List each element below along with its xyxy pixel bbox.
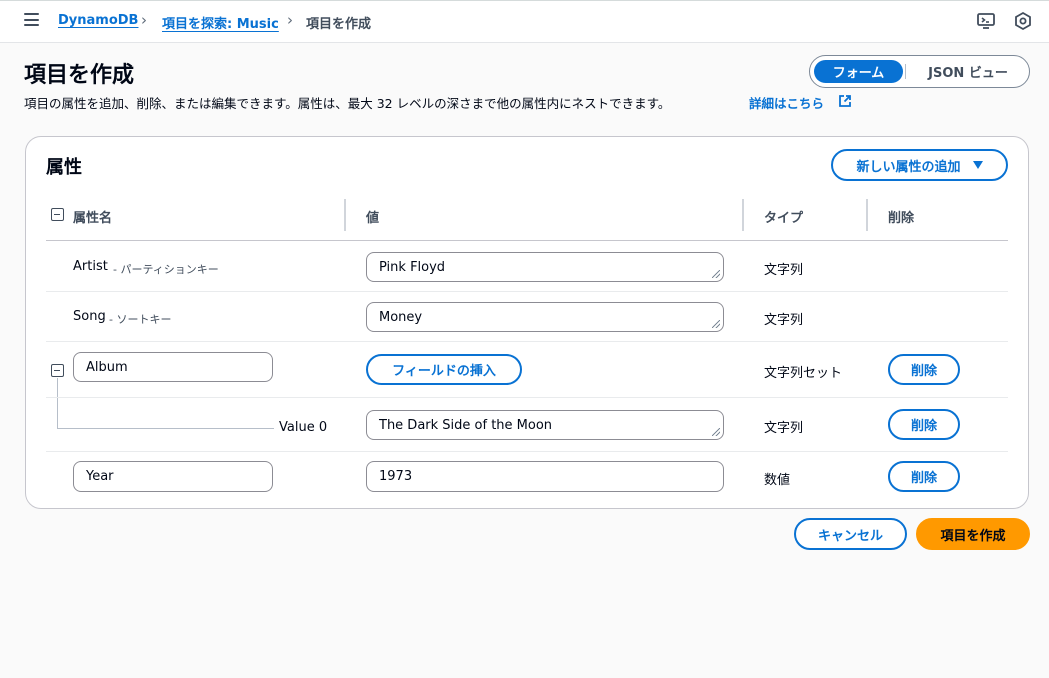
attribute-type: 文字列セット [764, 366, 843, 381]
collapse-all-icon[interactable] [51, 208, 64, 221]
form-view-tab[interactable]: フォーム [814, 60, 903, 83]
top-navigation-bar [0, 0, 1049, 43]
breadcrumb-current: 項目を作成 [306, 17, 372, 32]
delete-button[interactable]: 削除 [888, 409, 960, 440]
column-header-value: 値 [366, 211, 380, 226]
toggle-divider [905, 64, 906, 79]
delete-button[interactable]: 削除 [888, 461, 960, 492]
column-divider [866, 199, 868, 231]
create-item-button[interactable]: 項目を作成 [916, 518, 1030, 550]
partition-key-label: - パーティションキー [113, 263, 219, 276]
column-divider [742, 199, 744, 231]
attribute-name: Song [73, 309, 106, 324]
value-textarea[interactable]: Pink Floyd [366, 252, 724, 282]
column-header-type: タイプ [764, 211, 804, 226]
menu-icon[interactable] [24, 13, 39, 26]
tree-line [57, 378, 58, 429]
chevron-right-icon: › [141, 11, 147, 29]
resize-handle-icon[interactable] [712, 428, 720, 436]
value-text: The Dark Side of the Moon [379, 417, 553, 433]
add-attribute-label: 新しい属性の追加 [856, 159, 961, 175]
value-textarea[interactable]: The Dark Side of the Moon [366, 410, 724, 440]
row-separator [46, 291, 1008, 292]
column-header-name: 属性名 [73, 211, 113, 226]
caret-down-icon [972, 161, 983, 169]
breadcrumb-explore-items[interactable]: 項目を探索: Music [162, 13, 279, 32]
page-description: 項目の属性を追加、削除、または編集できます。属性は、最大 32 レベルの深さまで… [24, 96, 671, 111]
page-title: 項目を作成 [24, 63, 135, 88]
delete-button[interactable]: 削除 [888, 354, 960, 385]
insert-field-button[interactable]: フィールドの挿入 [366, 354, 522, 385]
settings-hex-icon[interactable] [1013, 11, 1033, 31]
value-text: Money [379, 309, 423, 325]
value-input[interactable]: 1973 [366, 461, 724, 492]
tree-line [57, 428, 274, 429]
attribute-type: 数値 [764, 473, 791, 488]
attribute-name-input[interactable]: Year [73, 461, 273, 492]
column-divider [344, 199, 346, 231]
value-textarea[interactable]: Money [366, 302, 724, 332]
attribute-name-text: Year [86, 469, 114, 484]
attribute-type: 文字列 [764, 263, 804, 278]
row-separator [46, 397, 1008, 398]
sort-key-label: - ソートキー [109, 313, 172, 326]
value-text: 1973 [379, 469, 413, 484]
cloudshell-icon[interactable] [976, 11, 996, 31]
add-attribute-button[interactable]: 新しい属性の追加 [831, 149, 1008, 181]
attribute-type: 文字列 [764, 421, 804, 436]
attribute-name: Artist [73, 259, 108, 274]
value-text: Pink Floyd [379, 259, 446, 275]
attribute-type: 文字列 [764, 313, 804, 328]
collapse-set-icon[interactable] [51, 364, 64, 377]
external-link-icon[interactable] [838, 94, 852, 108]
row-separator [46, 451, 1008, 452]
set-value-label: Value 0 [279, 420, 328, 435]
resize-handle-icon[interactable] [712, 270, 720, 278]
learn-more-link[interactable]: 詳細はこちら [749, 93, 824, 112]
column-header-delete: 削除 [888, 211, 915, 226]
attribute-name-input[interactable]: Album [73, 352, 273, 382]
header-separator [46, 240, 1008, 241]
breadcrumb-dynamodb[interactable]: DynamoDB [58, 13, 138, 28]
attribute-name-text: Album [86, 359, 128, 375]
attributes-title: 属性 [46, 157, 82, 178]
cancel-button[interactable]: キャンセル [794, 518, 907, 550]
row-separator [46, 341, 1008, 342]
chevron-right-icon: › [287, 11, 293, 29]
json-view-tab[interactable]: JSON ビュー [910, 60, 1026, 83]
resize-handle-icon[interactable] [712, 320, 720, 328]
